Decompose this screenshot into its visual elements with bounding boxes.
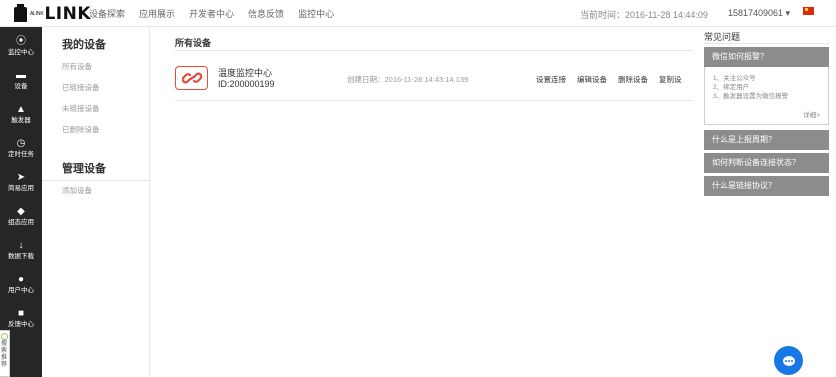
user-icon: ● xyxy=(17,274,25,285)
user-menu[interactable]: 15817409061 ▾ xyxy=(728,8,790,19)
chat-icon: ■ xyxy=(17,308,25,319)
device-created-date: 创建日期：2016-11-28 14:43:14.139 xyxy=(347,75,469,84)
china-flag-icon[interactable] xyxy=(803,7,814,15)
nav-app-showcase[interactable]: 应用展示 xyxy=(139,7,175,20)
edit-device-button[interactable]: 编辑设备 xyxy=(577,75,607,84)
tag-char: 荐 xyxy=(0,362,7,368)
faq-item-report-period[interactable]: 什么是上报周期？ xyxy=(704,130,829,150)
set-connection-button[interactable]: 设置连接 xyxy=(536,75,566,84)
sidebar-item-label: 设备 xyxy=(14,83,28,90)
faq-item-wechat-alarm[interactable]: 微信如何报警？ xyxy=(704,47,829,67)
sidebar-item-simple-app[interactable]: ➤ 简易应用 xyxy=(0,172,42,193)
main-sidebar: ⦿ 监控中心 ▬ 设备 ▲ 触发器 ◷ 定时任务 ➤ 简易应用 ◆ 组态应用 ↓… xyxy=(0,27,42,377)
puzzle-icon: ◆ xyxy=(17,206,25,217)
sidebar-item-trigger[interactable]: ▲ 触发器 xyxy=(0,104,42,125)
sidebar-item-label: 反馈中心 xyxy=(8,321,34,328)
submenu-all-devices[interactable]: 所有设备 xyxy=(62,61,92,72)
search-ring-icon xyxy=(1,333,8,340)
device-submenu: 我的设备 所有设备 已链接设备 未链接设备 已删除设备 管理设备 添加设备 xyxy=(42,27,150,377)
faq-more-link[interactable]: 详细> xyxy=(803,109,820,119)
sidebar-item-user-center[interactable]: ● 用户中心 xyxy=(0,274,42,295)
sidebar-item-label: 组态应用 xyxy=(8,219,34,226)
chat-icon xyxy=(782,355,795,366)
faq-answer-line: 3、触发器设置为微信报警 xyxy=(713,93,789,100)
top-nav: 设备探索 应用展示 开发者中心 信息反馈 监控中心 xyxy=(89,0,348,27)
manage-devices-title: 管理设备 xyxy=(62,163,106,175)
dashboard-icon: ⦿ xyxy=(16,36,26,47)
sidebar-item-label: 用户中心 xyxy=(8,287,34,294)
chat-button[interactable] xyxy=(774,346,803,375)
faq-answer-line: 2、绑定用户 xyxy=(713,84,750,91)
logo-small-text: ALINK xyxy=(30,11,44,17)
faq-answer-line: 1、关注公众号 xyxy=(713,75,756,82)
download-icon: ↓ xyxy=(18,240,24,251)
device-link-icon[interactable] xyxy=(175,66,208,90)
sidebar-item-feedback[interactable]: ■ 反馈中心 xyxy=(0,308,42,329)
top-bar: ALINK LINK 设备探索 应用展示 开发者中心 信息反馈 监控中心 当前时… xyxy=(0,0,836,27)
sidebar-item-label: 定时任务 xyxy=(8,151,34,158)
delete-device-button[interactable]: 删除设备 xyxy=(618,75,648,84)
search-recommend-tab[interactable]: 搜 索 推 荐 xyxy=(0,330,10,377)
copy-device-button[interactable]: 复制设 xyxy=(659,75,682,84)
my-devices-title: 我的设备 xyxy=(62,39,106,51)
page-title: 所有设备 xyxy=(175,38,212,48)
clock-icon: ◷ xyxy=(16,138,26,149)
submenu-add-device[interactable]: 添加设备 xyxy=(62,185,92,196)
title-divider xyxy=(175,50,693,51)
faq-answer: 1、关注公众号 2、绑定用户 3、触发器设置为微信报警 详细> xyxy=(704,67,829,125)
device-row: 温度监控中心 ID:200000199 创建日期：2016-11-28 14:4… xyxy=(175,58,693,101)
nav-developer-center[interactable]: 开发者中心 xyxy=(189,7,234,20)
sidebar-item-monitor[interactable]: ⦿ 监控中心 xyxy=(0,36,42,57)
sidebar-item-label: 监控中心 xyxy=(8,49,34,56)
nav-feedback[interactable]: 信息反馈 xyxy=(248,7,284,20)
device-actions: 设置连接 编辑设备 删除设备 复制设 xyxy=(536,74,693,85)
submenu-divider xyxy=(42,180,150,181)
submenu-deleted-devices[interactable]: 已删除设备 xyxy=(62,124,100,135)
sidebar-item-label: 触发器 xyxy=(11,117,31,124)
faq-divider xyxy=(704,43,829,44)
device-icon: ▬ xyxy=(16,70,26,81)
tag-char: 搜 xyxy=(0,341,7,347)
send-icon: ➤ xyxy=(16,172,26,183)
device-name[interactable]: 温度监控中心 xyxy=(218,66,272,79)
tag-char: 推 xyxy=(0,355,7,361)
tag-char: 索 xyxy=(0,348,7,354)
submenu-linked-devices[interactable]: 已链接设备 xyxy=(62,82,100,93)
logo-text: LINK xyxy=(44,4,92,24)
bell-icon: ▲ xyxy=(16,104,26,115)
nav-monitor-center[interactable]: 监控中心 xyxy=(298,7,334,20)
nav-device-explore[interactable]: 设备探索 xyxy=(89,7,125,20)
device-id: ID:200000199 xyxy=(218,79,275,89)
faq-item-connection-status[interactable]: 如何判断设备连接状态？ xyxy=(704,153,829,173)
sidebar-item-timer[interactable]: ◷ 定时任务 xyxy=(0,138,42,159)
faq-title: 常见问题 xyxy=(704,32,741,42)
sidebar-item-data-download[interactable]: ↓ 数据下载 xyxy=(0,240,42,261)
sidebar-item-label: 简易应用 xyxy=(8,185,34,192)
logo-mark-icon xyxy=(14,3,27,22)
submenu-unlinked-devices[interactable]: 未链接设备 xyxy=(62,103,100,114)
sidebar-item-device[interactable]: ▬ 设备 xyxy=(0,70,42,91)
logo[interactable]: ALINK LINK xyxy=(14,3,92,24)
sidebar-item-config-app[interactable]: ◆ 组态应用 xyxy=(0,206,42,227)
faq-item-link-protocol[interactable]: 什么是链接协议？ xyxy=(704,176,829,196)
sidebar-item-label: 数据下载 xyxy=(8,253,34,260)
current-time: 当前时间：2016-11-28 14:44:09 xyxy=(580,10,708,20)
